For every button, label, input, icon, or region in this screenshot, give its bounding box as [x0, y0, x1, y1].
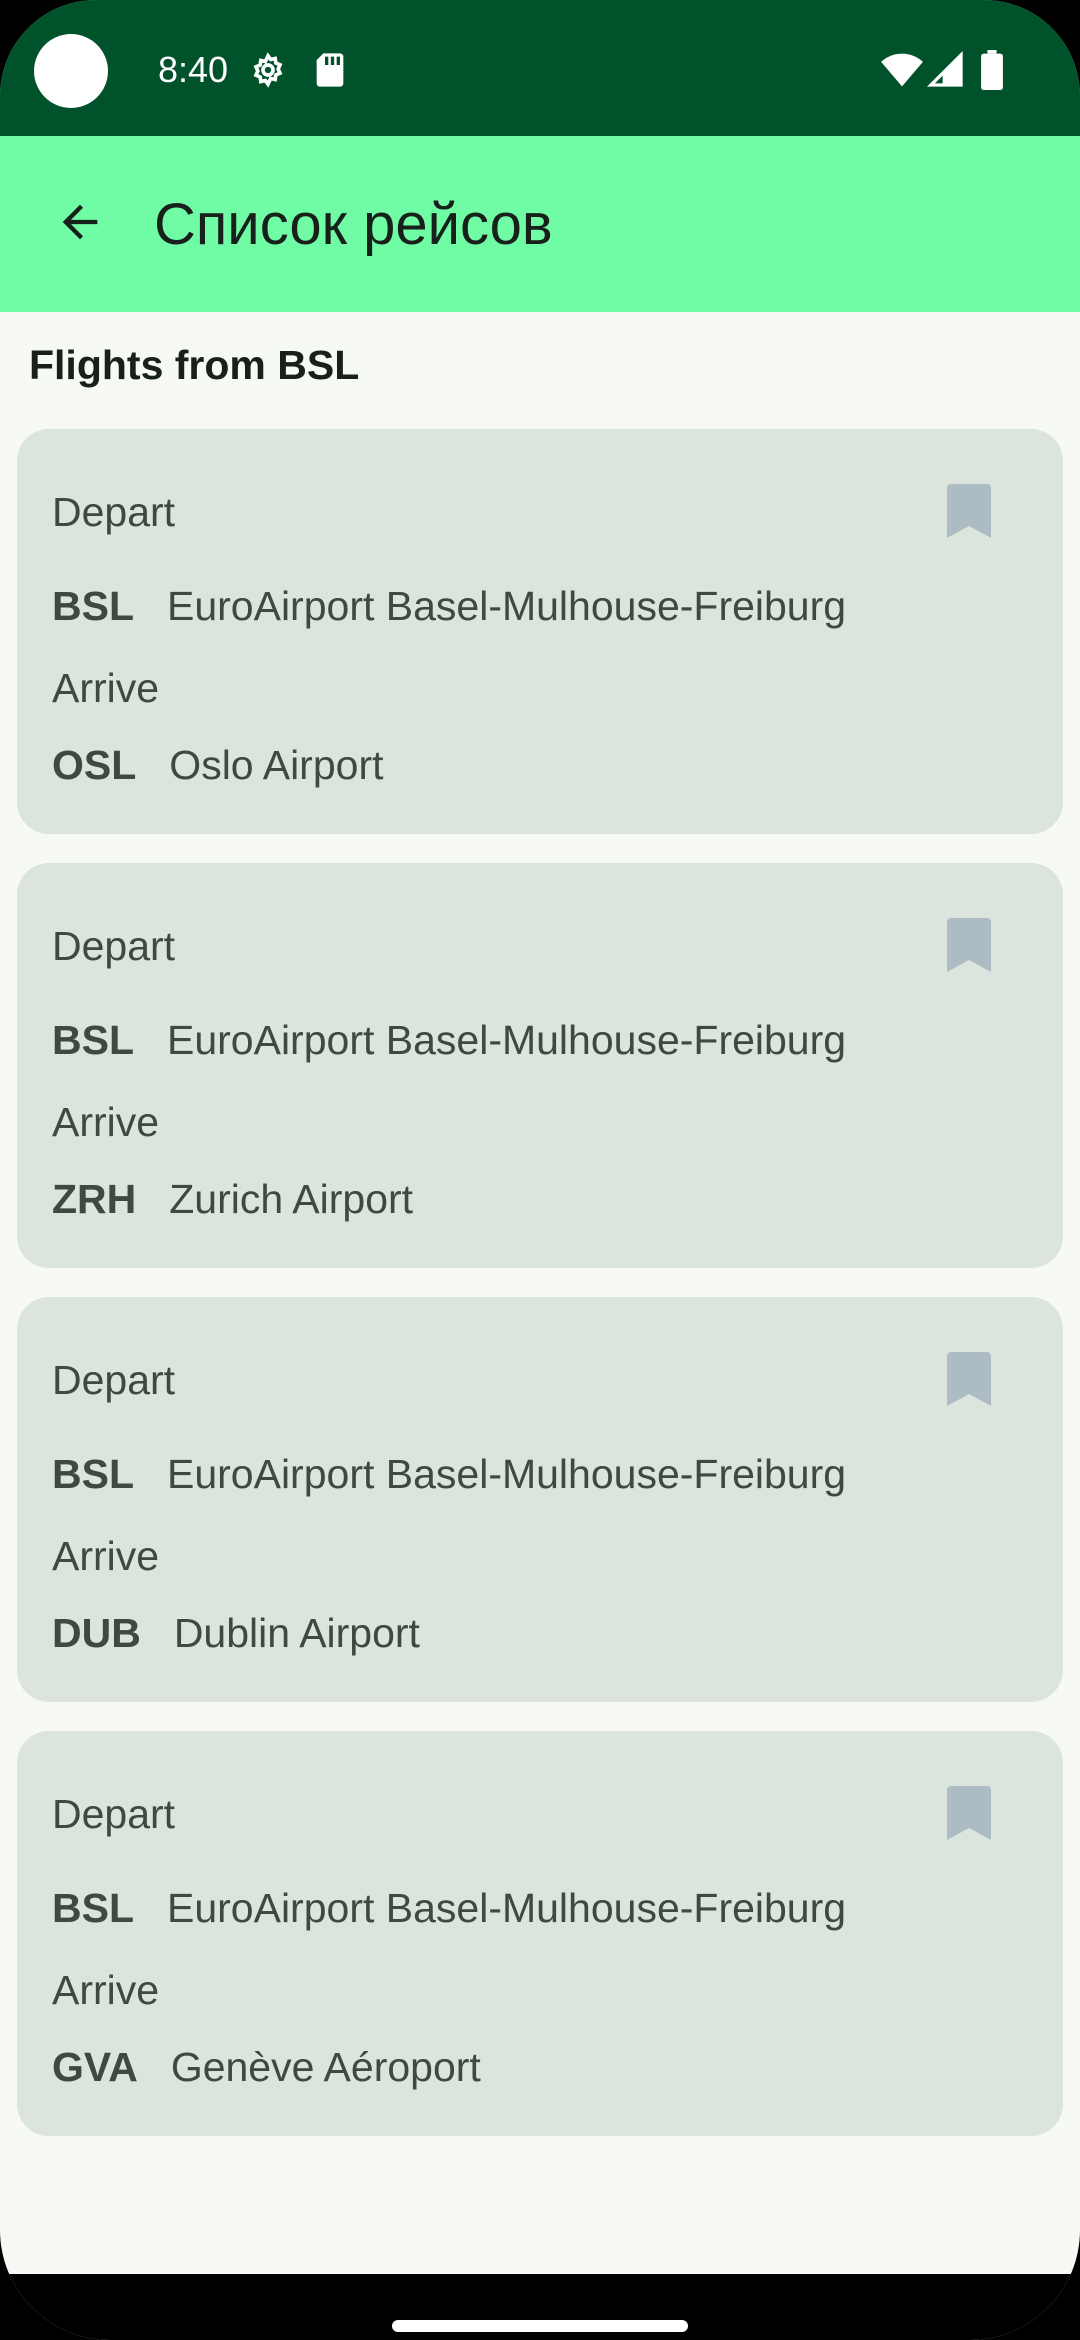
flight-card[interactable]: Depart BSL EuroAirport Basel-Mulhouse-Fre…	[17, 1731, 1063, 2136]
status-bar: 8:40	[0, 0, 1080, 136]
arrive-airport: ZRH Zurich Airport	[52, 1174, 413, 1224]
home-gesture-handle[interactable]	[392, 2320, 688, 2332]
depart-airport: BSL EuroAirport Basel-Mulhouse-Freiburg	[52, 581, 846, 631]
depart-code: BSL	[52, 1885, 134, 1931]
battery-icon	[980, 50, 1004, 90]
bookmark-icon[interactable]	[947, 1786, 991, 1840]
sd-card-icon	[312, 50, 352, 90]
arrive-airport: GVA Genève Aéroport	[52, 2042, 481, 2092]
camera-cutout	[34, 34, 108, 108]
arrive-code: GVA	[52, 2044, 138, 2090]
app-bar: Список рейсов	[0, 136, 1080, 312]
arrive-airport: DUB Dublin Airport	[52, 1608, 420, 1658]
bookmark-icon[interactable]	[947, 484, 991, 538]
depart-airport: BSL EuroAirport Basel-Mulhouse-Freiburg	[52, 1015, 846, 1065]
flight-card[interactable]: Depart BSL EuroAirport Basel-Mulhouse-Fre…	[17, 429, 1063, 834]
depart-airport: BSL EuroAirport Basel-Mulhouse-Freiburg	[52, 1883, 846, 1933]
arrive-code: ZRH	[52, 1176, 137, 1222]
depart-airport: BSL EuroAirport Basel-Mulhouse-Freiburg	[52, 1449, 846, 1499]
phone-screen: 8:40 Список рейсов Flights from BSL Depa…	[0, 0, 1080, 2340]
arrive-label: Arrive	[52, 1533, 160, 1579]
depart-name: EuroAirport Basel-Mulhouse-Freiburg	[167, 583, 847, 629]
arrive-label: Arrive	[52, 665, 160, 711]
arrive-name: Oslo Airport	[169, 742, 384, 788]
depart-code: BSL	[52, 1451, 134, 1497]
arrive-name: Zurich Airport	[169, 1176, 414, 1222]
arrive-airport: OSL Oslo Airport	[52, 740, 384, 790]
page-title: Список рейсов	[154, 192, 553, 257]
depart-code: BSL	[52, 1017, 134, 1063]
depart-label: Depart	[52, 489, 176, 535]
cellular-signal-icon	[926, 50, 966, 90]
depart-name: EuroAirport Basel-Mulhouse-Freiburg	[167, 1451, 847, 1497]
arrive-name: Dublin Airport	[173, 1610, 420, 1656]
flight-card[interactable]: Depart BSL EuroAirport Basel-Mulhouse-Fre…	[17, 1297, 1063, 1702]
arrive-code: OSL	[52, 742, 137, 788]
flight-list: Depart BSL EuroAirport Basel-Mulhouse-Fre…	[17, 429, 1063, 2165]
back-button[interactable]	[36, 180, 124, 268]
arrive-label: Arrive	[52, 1967, 160, 2013]
depart-label: Depart	[52, 923, 176, 969]
bookmark-icon[interactable]	[947, 918, 991, 972]
bookmark-icon[interactable]	[947, 1352, 991, 1406]
arrive-code: DUB	[52, 1610, 141, 1656]
status-time: 8:40	[158, 49, 229, 90]
depart-code: BSL	[52, 583, 134, 629]
depart-name: EuroAirport Basel-Mulhouse-Freiburg	[167, 1017, 847, 1063]
depart-label: Depart	[52, 1791, 176, 1837]
flight-card[interactable]: Depart BSL EuroAirport Basel-Mulhouse-Fre…	[17, 863, 1063, 1268]
section-title: Flights from BSL	[29, 342, 360, 388]
depart-label: Depart	[52, 1357, 176, 1403]
wifi-icon	[880, 50, 924, 90]
arrow-back-icon	[54, 196, 106, 253]
settings-gear-icon	[248, 50, 288, 90]
arrive-name: Genève Aéroport	[170, 2044, 481, 2090]
arrive-label: Arrive	[52, 1099, 160, 1145]
depart-name: EuroAirport Basel-Mulhouse-Freiburg	[167, 1885, 847, 1931]
